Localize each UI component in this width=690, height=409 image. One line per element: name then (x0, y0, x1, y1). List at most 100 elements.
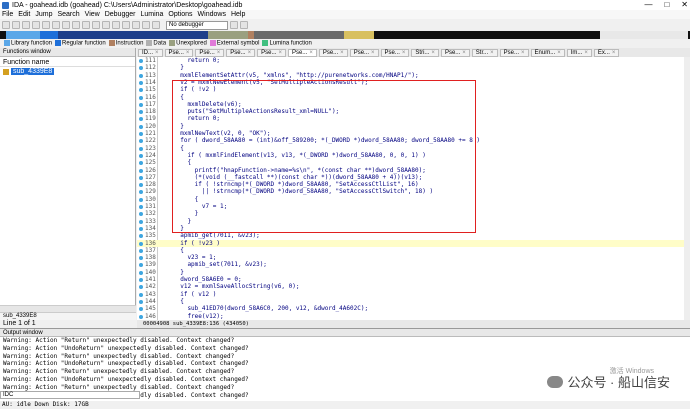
code-line[interactable]: 128 if ( !strncmp(*(_DWORD *)dword_58AA8… (137, 181, 690, 188)
code-line[interactable]: 126 printf("hnapFunction->name=%s\n", *(… (137, 167, 690, 174)
breakpoint-dot-icon[interactable] (139, 226, 143, 231)
struct-icon[interactable] (112, 21, 120, 29)
play-icon[interactable] (152, 21, 160, 29)
breakpoint-dot-icon[interactable] (139, 263, 143, 268)
save-icon[interactable] (12, 21, 20, 29)
forward-icon[interactable] (32, 21, 40, 29)
code-line[interactable]: 111 return 0; (137, 57, 690, 64)
code-line[interactable]: 140 } (137, 269, 690, 276)
code-line[interactable]: 118 puts("SetMultipleActionsResult_xml=N… (137, 108, 690, 115)
code-line[interactable]: 123 { (137, 145, 690, 152)
tab-pseudocode-10[interactable]: Pse... × (499, 48, 529, 57)
code-line[interactable]: 133 } (137, 218, 690, 225)
text-icon[interactable] (72, 21, 80, 29)
code-line[interactable]: 119 return 0; (137, 115, 690, 122)
menu-options[interactable]: Options (168, 11, 192, 18)
graph-icon[interactable] (82, 21, 90, 29)
code-line[interactable]: 116 { (137, 94, 690, 101)
tab-pseudocode-8[interactable]: Pse... × (380, 48, 410, 57)
breakpoint-dot-icon[interactable] (139, 88, 143, 93)
code-line[interactable]: 144 { (137, 298, 690, 305)
editor-vertical-scrollbar[interactable] (684, 57, 690, 320)
functions-horizontal-scrollbar[interactable] (0, 305, 136, 312)
code-line[interactable]: 120 } (137, 123, 690, 130)
idc-command-input[interactable]: IDC (0, 391, 140, 399)
breakpoint-dot-icon[interactable] (139, 248, 143, 253)
breakpoint-dot-icon[interactable] (139, 299, 143, 304)
menu-search[interactable]: Search (57, 11, 79, 18)
code-line[interactable]: 113 mxmlElementSetAttr(v5, "xmlns", "htt… (137, 72, 690, 79)
code-line[interactable]: 134 } (137, 225, 690, 232)
code-line[interactable]: 139 apmib_set(7011, &v23); (137, 261, 690, 268)
code-line[interactable]: 124 if ( mxmlFindElement(v13, v13, *(_DW… (137, 152, 690, 159)
code-line[interactable]: 131 v7 = 1; (137, 203, 690, 210)
pseudocode-editor[interactable]: 111 return 0; 112 } 113 mxmlElementSetAttr… (137, 57, 690, 328)
hex-icon[interactable] (62, 21, 70, 29)
debugger-select[interactable]: No debugger (166, 20, 228, 30)
breakpoint-dot-icon[interactable] (139, 175, 143, 180)
breakpoint-dot-icon[interactable] (139, 117, 143, 122)
tab-pseudocode-2[interactable]: Pse... × (195, 48, 225, 57)
search-icon[interactable] (52, 21, 60, 29)
tab-pseudocode-9[interactable]: Pse... × (440, 48, 470, 57)
code-line[interactable]: 137 { (137, 247, 690, 254)
breakpoint-dot-icon[interactable] (139, 197, 143, 202)
tab-strings-1[interactable]: Stri... × (411, 48, 439, 57)
tab-pseudocode-7[interactable]: Pse... × (349, 48, 379, 57)
code-line[interactable]: 145 sub_41ED70(dword_58A6C0, 200, v12, &… (137, 305, 690, 312)
breakpoint-dot-icon[interactable] (139, 73, 143, 78)
menu-edit[interactable]: Edit (18, 11, 30, 18)
breakpoint-dot-icon[interactable] (139, 59, 143, 63)
xref-icon[interactable] (142, 21, 150, 29)
menu-file[interactable]: File (2, 11, 13, 18)
code-line[interactable]: 136 if ( !v23 ) (137, 239, 690, 247)
code-line[interactable]: 135 apmib_get(7011, &v23); (137, 232, 690, 239)
breakpoint-dot-icon[interactable] (139, 110, 143, 115)
close-icon[interactable]: ✕ (681, 0, 688, 9)
menu-debugger[interactable]: Debugger (105, 11, 136, 18)
code-line[interactable]: 127 (*(void (__fastcall **)(const char *… (137, 174, 690, 181)
menu-view[interactable]: View (85, 11, 100, 18)
breakpoint-dot-icon[interactable] (139, 146, 143, 151)
code-icon[interactable] (92, 21, 100, 29)
code-line[interactable]: 112 } (137, 64, 690, 71)
breakpoint-dot-icon[interactable] (139, 190, 143, 195)
code-line[interactable]: 146 free(v12); (137, 313, 690, 320)
function-name-header[interactable]: Function name (0, 58, 135, 67)
breakpoint-dot-icon[interactable] (139, 153, 143, 158)
open-icon[interactable] (2, 21, 10, 29)
func-icon[interactable] (122, 21, 130, 29)
breakpoint-dot-icon[interactable] (139, 80, 143, 85)
tab-exports[interactable]: Ex... × (593, 48, 620, 57)
breakpoint-dot-icon[interactable] (139, 256, 143, 261)
breakpoint-dot-icon[interactable] (139, 132, 143, 136)
function-list-item[interactable]: sub_4339E8 (0, 67, 135, 76)
tab-pseudocode-4[interactable]: Pse... × (257, 48, 286, 57)
breakpoint-dot-icon[interactable] (139, 66, 143, 71)
menu-lumina[interactable]: Lumina (140, 11, 163, 18)
code-line[interactable]: 121 mxmlNewText(v2, 0, "OK"); (137, 130, 690, 137)
code-line[interactable]: 130 { (137, 196, 690, 203)
menu-help[interactable]: Help (231, 11, 245, 18)
breakpoint-dot-icon[interactable] (139, 219, 143, 224)
code-line[interactable]: 125 { (137, 159, 690, 166)
code-line[interactable]: 138 v23 = 1; (137, 254, 690, 261)
breakpoint-dot-icon[interactable] (139, 95, 143, 100)
breakpoint-dot-icon[interactable] (139, 241, 143, 246)
code-line[interactable]: 132 } (137, 210, 690, 217)
debug-step-icon[interactable] (230, 21, 238, 29)
breakpoint-dot-icon[interactable] (139, 168, 143, 173)
minimize-icon[interactable]: — (644, 0, 652, 9)
breakpoint-dot-icon[interactable] (139, 212, 143, 217)
breakpoint-dot-icon[interactable] (139, 205, 143, 209)
back-icon[interactable] (22, 21, 30, 29)
breakpoint-dot-icon[interactable] (139, 285, 143, 290)
breakpoint-dot-icon[interactable] (139, 161, 143, 166)
data-icon[interactable] (102, 21, 110, 29)
code-line[interactable]: 122 for ( dword_58AA80 = (int)&off_58920… (137, 137, 690, 144)
debug-pause-icon[interactable] (240, 21, 248, 29)
tab-ida-view[interactable]: ID... × (138, 48, 163, 57)
menu-jump[interactable]: Jump (35, 11, 52, 18)
tab-pseudocode-1[interactable]: Pse... × (164, 48, 194, 57)
breakpoint-dot-icon[interactable] (139, 307, 143, 312)
